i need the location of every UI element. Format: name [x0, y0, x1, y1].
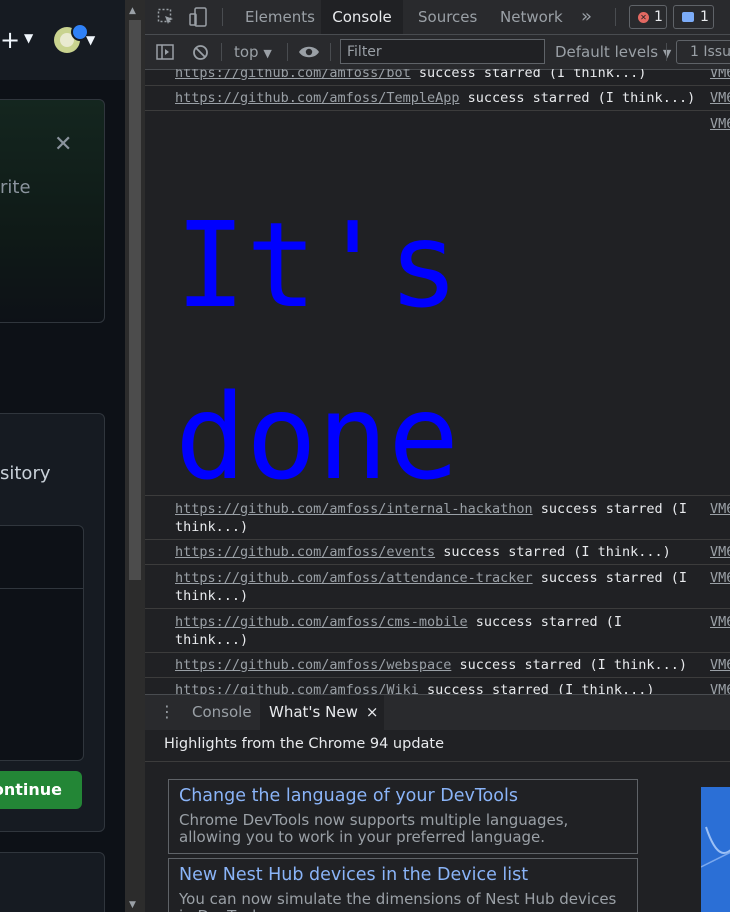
- log-levels-label: Default levels: [555, 43, 659, 61]
- log-row: https://github.com/amfoss/Wiki success s…: [145, 678, 730, 694]
- drawer-tab-bar: ⋮ Console What's New ×: [145, 694, 730, 731]
- whats-new-header: Highlights from the Chrome 94 update: [145, 730, 730, 762]
- log-source[interactable]: VM6: [710, 69, 730, 82]
- tab-elements[interactable]: Elements: [245, 0, 315, 34]
- separator: [222, 8, 223, 26]
- chevron-down-icon: ▼: [263, 47, 272, 60]
- chevron-down-icon[interactable]: ▼: [86, 33, 95, 47]
- sidebar-toggle-icon[interactable]: [156, 44, 174, 60]
- chevron-down-icon[interactable]: ▼: [24, 31, 33, 45]
- live-expression-eye-icon[interactable]: [298, 45, 320, 59]
- context-selector[interactable]: top ▼: [234, 35, 272, 71]
- tab-console[interactable]: Console: [321, 0, 403, 34]
- message-count: 1: [700, 9, 709, 25]
- continue-button[interactable]: ontinue: [0, 771, 82, 809]
- feature-card-body: Chrome DevTools now supports multiple la…: [179, 811, 569, 846]
- scroll-up-arrow-icon[interactable]: ▲: [129, 6, 136, 16]
- console-log: https://github.com/amfoss/bot success st…: [145, 69, 730, 694]
- error-count: 1: [654, 9, 663, 25]
- error-count-badge[interactable]: ✕ 1: [629, 5, 667, 29]
- message-icon: [682, 12, 694, 22]
- issues-button[interactable]: 1 Issue: [676, 40, 730, 64]
- separator: [330, 43, 331, 61]
- log-url[interactable]: https://github.com/amfoss/internal-hacka…: [175, 501, 533, 517]
- log-row: https://github.com/amfoss/TempleApp succ…: [145, 86, 730, 111]
- scrollbar-thumb[interactable]: [129, 20, 141, 580]
- more-tabs-icon[interactable]: »: [581, 0, 592, 34]
- feature-card[interactable]: New Nest Hub devices in the Device list …: [168, 858, 638, 912]
- close-icon[interactable]: ×: [366, 703, 379, 721]
- log-text: success starred (I think...): [467, 90, 696, 106]
- drawer-tab-whats-new-label: What's New: [269, 703, 358, 721]
- log-levels-dropdown[interactable]: Default levels ▼: [555, 35, 671, 71]
- divider: [0, 588, 83, 589]
- log-text: success starred (I think...): [443, 544, 671, 560]
- log-text: success starred (I think...): [459, 657, 688, 673]
- feature-card-body: You can now simulate the dimensions of N…: [179, 890, 617, 912]
- github-promo-card: [0, 99, 105, 323]
- thumbnail-graphic: [700, 826, 730, 868]
- log-url[interactable]: https://github.com/amfoss/Wiki: [175, 682, 419, 694]
- tab-network[interactable]: Network: [500, 0, 563, 34]
- log-source[interactable]: VM6: [710, 115, 730, 133]
- tab-sources[interactable]: Sources: [418, 0, 477, 34]
- log-row: https://github.com/amfoss/webspace succe…: [145, 653, 730, 678]
- create-new-plus-icon[interactable]: +: [0, 26, 20, 54]
- feature-thumbnail[interactable]: [700, 787, 730, 912]
- inspect-element-icon[interactable]: [157, 8, 175, 26]
- devtools-tab-bar: Elements Console Sources Network » ✕ 1 1: [145, 0, 730, 35]
- separator: [221, 43, 222, 61]
- highlights-title: Highlights from the Chrome 94 update: [164, 736, 445, 752]
- separator: [287, 43, 288, 61]
- log-source[interactable]: VM6: [710, 500, 730, 518]
- log-url[interactable]: https://github.com/amfoss/attendance-tra…: [175, 570, 533, 586]
- clear-console-icon[interactable]: [192, 44, 209, 61]
- device-toolbar-icon[interactable]: [189, 7, 207, 27]
- separator: [615, 8, 616, 26]
- continue-button-label: ontinue: [0, 780, 62, 799]
- feature-card-title[interactable]: Change the language of your DevTools: [179, 786, 518, 806]
- vertical-dots-icon[interactable]: ⋮: [159, 703, 175, 721]
- feature-card-title[interactable]: New Nest Hub devices in the Device list: [179, 865, 528, 885]
- log-url[interactable]: https://github.com/amfoss/events: [175, 544, 435, 560]
- message-count-badge[interactable]: 1: [673, 5, 714, 29]
- log-url[interactable]: https://github.com/amfoss/bot: [175, 69, 411, 81]
- repository-card-text: sitory: [0, 463, 51, 484]
- promo-text: rite: [0, 177, 31, 198]
- log-row: https://github.com/amfoss/cms-mobile suc…: [145, 609, 730, 653]
- error-icon: ✕: [638, 12, 649, 23]
- feature-card[interactable]: Change the language of your DevTools Chr…: [168, 779, 638, 854]
- devtools-panel: Elements Console Sources Network » ✕ 1 1…: [145, 0, 730, 912]
- github-page-panel: + ▼ ▼ ✕ rite sitory ontinue: [0, 0, 125, 912]
- log-source[interactable]: VM6: [710, 613, 730, 631]
- log-url[interactable]: https://github.com/amfoss/TempleApp: [175, 90, 459, 106]
- log-source[interactable]: VM6: [710, 656, 730, 674]
- context-label: top: [234, 43, 259, 61]
- separator: [666, 43, 667, 61]
- drawer-tab-whats-new[interactable]: What's New ×: [260, 695, 385, 730]
- github-card: [0, 852, 105, 912]
- log-text: success starred (I think...): [426, 682, 655, 694]
- log-source[interactable]: VM6: [710, 569, 730, 587]
- styled-log-message: It's done: [175, 196, 460, 506]
- log-row: https://github.com/amfoss/attendance-tra…: [145, 565, 730, 609]
- log-row: https://github.com/amfoss/events success…: [145, 540, 730, 565]
- scroll-down-arrow-icon[interactable]: ▼: [129, 900, 136, 910]
- log-source[interactable]: VM6: [710, 681, 730, 694]
- log-row: https://github.com/amfoss/internal-hacka…: [145, 496, 730, 540]
- log-text: success starred (I think...): [418, 69, 647, 81]
- log-url[interactable]: https://github.com/amfoss/webspace: [175, 657, 451, 673]
- chevron-down-icon: ▼: [662, 47, 672, 60]
- drawer-tab-console[interactable]: Console: [192, 695, 252, 730]
- console-toolbar: top ▼ Default levels ▼ 1 Issue: [145, 35, 730, 70]
- log-source[interactable]: VM6: [710, 89, 730, 107]
- log-url[interactable]: https://github.com/amfoss/cms-mobile: [175, 614, 468, 630]
- repository-box: [0, 525, 84, 761]
- close-icon[interactable]: ✕: [54, 132, 72, 157]
- log-source[interactable]: VM6: [710, 543, 730, 561]
- filter-input[interactable]: [340, 39, 545, 64]
- log-row: https://github.com/amfoss/bot success st…: [145, 69, 730, 86]
